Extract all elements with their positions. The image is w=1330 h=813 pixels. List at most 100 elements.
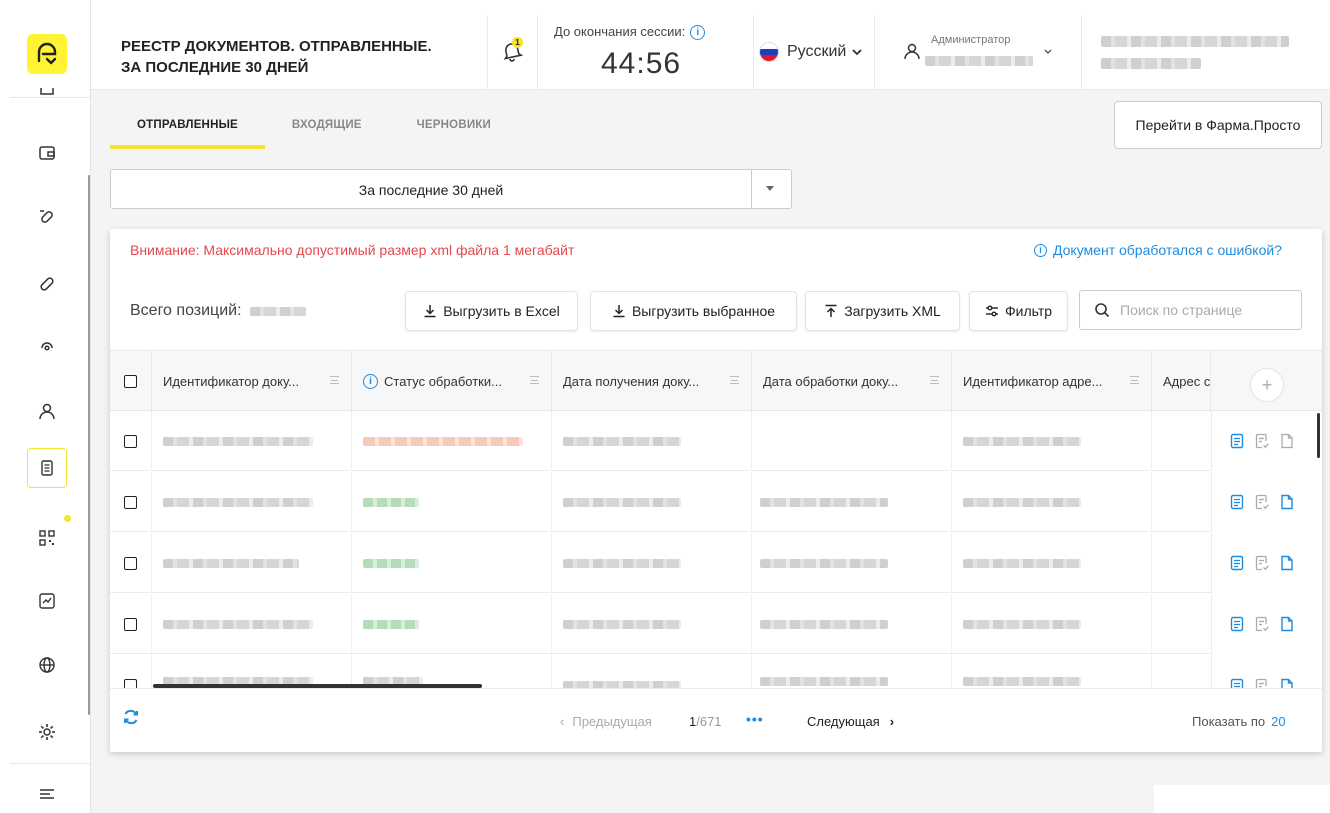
refresh-icon[interactable] [123,709,139,725]
more-pages-button[interactable]: ••• [746,711,764,727]
sort-icon[interactable] [330,376,339,384]
document-check-icon[interactable] [1254,678,1270,688]
documents-registry-icon[interactable] [27,448,67,488]
analytics-icon[interactable] [31,585,63,617]
received-date-redacted [563,619,681,629]
row-actions [1211,411,1322,471]
chevron-down-icon [852,49,863,56]
globe-icon[interactable] [31,649,63,681]
column-status[interactable]: i Статус обработки... [352,351,552,411]
select-all-checkbox[interactable] [124,374,137,388]
table-row[interactable] [110,411,1322,471]
file-icon[interactable] [1279,555,1295,571]
document-view-icon[interactable] [1229,555,1245,571]
app-logo-icon[interactable] [27,34,67,74]
row-checkbox[interactable] [124,556,137,570]
row-checkbox[interactable] [124,434,137,448]
page-search[interactable] [1079,290,1302,330]
tab-incoming[interactable]: ВХОДЯЩИЕ [292,110,362,149]
upload-icon [825,304,837,317]
table-row[interactable] [110,533,1322,593]
processed-date-redacted [760,497,888,507]
file-icon[interactable] [1279,678,1295,688]
partial-menu-icon[interactable] [31,84,63,98]
pill-icon[interactable] [31,268,63,300]
info-icon[interactable]: i [363,373,378,389]
document-check-icon[interactable] [1254,555,1270,571]
error-help-link[interactable]: i Документ обработался с ошибкой? [1034,242,1282,258]
column-address[interactable]: Адрес с [1152,351,1211,411]
document-view-icon[interactable] [1229,678,1245,688]
page-title: РЕЕСТР ДОКУМЕНТОВ. ОТПРАВЛЕННЫЕ. ЗА ПОСЛ… [121,38,432,76]
user-icon [904,43,920,60]
doc-id-redacted [163,497,313,507]
status-ok-redacted [363,497,419,507]
document-view-icon[interactable] [1229,494,1245,510]
address-id-redacted [963,436,1081,446]
sidebar-scrollbar[interactable] [88,175,90,715]
row-actions [1211,655,1322,688]
column-received-date[interactable]: Дата получения доку... [552,351,752,411]
address-id-redacted [963,497,1081,507]
upload-xml-button[interactable]: Загрузить XML [805,291,960,331]
column-doc-id[interactable]: Идентификатор доку... [152,351,352,411]
tab-drafts[interactable]: ЧЕРНОВИКИ [417,110,491,149]
column-address-id[interactable]: Идентификатор адре... [952,351,1152,411]
file-icon[interactable] [1279,616,1295,632]
total-positions: Всего позиций: [130,302,306,320]
qr-code-icon[interactable] [31,522,63,554]
sort-icon[interactable] [930,376,939,384]
sort-icon[interactable] [1130,376,1139,384]
document-check-icon[interactable] [1254,616,1270,632]
row-actions [1211,594,1322,654]
wallet-icon[interactable] [31,137,63,169]
document-check-icon[interactable] [1254,494,1270,510]
export-excel-button[interactable]: Выгрузить в Excel [405,291,578,331]
table-row[interactable] [110,472,1322,532]
row-checkbox[interactable] [124,495,137,509]
table-row[interactable] [110,594,1322,654]
info-icon[interactable]: i [690,25,706,41]
filter-button[interactable]: Фильтр [969,291,1068,331]
sort-icon[interactable] [530,376,539,384]
table-body [110,411,1322,688]
tracking-icon[interactable] [31,331,63,363]
document-view-icon[interactable] [1229,616,1245,632]
processed-date-redacted [760,677,888,686]
search-input[interactable] [1120,302,1280,318]
export-selected-button[interactable]: Выгрузить выбранное [590,291,797,331]
language-selector[interactable]: Русский [759,42,863,62]
user-icon[interactable] [31,395,63,427]
documents-card: Внимание: Максимально допустимый размер … [110,229,1322,752]
document-check-icon[interactable] [1254,433,1270,449]
tab-sent[interactable]: ОТПРАВЛЕННЫЕ [110,110,265,149]
document-view-icon[interactable] [1229,433,1245,449]
table-vertical-scrollbar[interactable] [1317,413,1320,458]
goto-pharma-button[interactable]: Перейти в Фарма.Просто [1114,101,1322,149]
row-checkbox[interactable] [124,617,137,631]
row-actions [1211,533,1322,593]
address-id-redacted [963,677,1081,686]
org-id-redacted [1101,58,1201,69]
page-size-selector[interactable]: Показать по 20 [1192,714,1286,729]
doc-id-redacted [163,619,313,629]
settings-icon[interactable] [31,716,63,748]
notification-badge: 1 [512,37,523,48]
file-icon[interactable] [1279,433,1295,449]
next-page-button[interactable]: Следующая › [807,714,894,729]
column-processed-date[interactable]: Дата обработки доку... [752,351,952,411]
pills-icon[interactable] [31,201,63,233]
add-column-button[interactable]: + [1250,368,1284,402]
session-label: До окончания сессии: i [554,24,706,41]
prev-page-button[interactable]: ‹ Предыдущая [560,714,652,729]
file-icon[interactable] [1279,494,1295,510]
select-all-cell [110,351,152,411]
total-count-redacted [249,306,306,316]
row-checkbox[interactable] [124,678,137,688]
sort-icon[interactable] [730,376,739,384]
org-name-redacted [1101,36,1289,47]
received-date-redacted [563,558,681,568]
address-id-redacted [963,558,1081,568]
period-select[interactable]: За последние 30 дней [110,169,792,209]
menu-toggle-icon[interactable] [31,778,63,810]
